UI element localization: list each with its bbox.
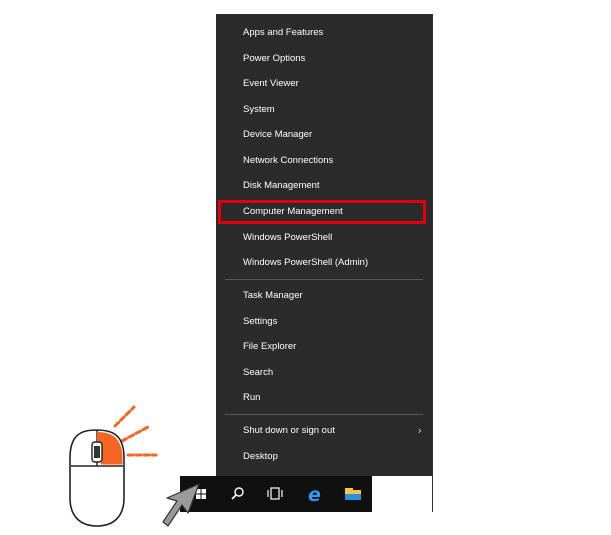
file-explorer-icon[interactable] — [342, 476, 364, 512]
winx-context-menu: Apps and Features Power Options Event Vi… — [216, 14, 432, 476]
taskbar: e — [180, 476, 372, 512]
menu-item-label: Power Options — [243, 53, 306, 64]
menu-item-label: Desktop — [243, 451, 278, 462]
menu-item-label: Run — [243, 392, 261, 403]
menu-item-desktop[interactable]: Desktop — [216, 444, 432, 469]
menu-item-label: Task Manager — [243, 290, 303, 301]
task-view-icon[interactable] — [264, 476, 286, 512]
menu-item-label: File Explorer — [243, 341, 297, 352]
menu-item-label: Settings — [243, 316, 278, 327]
menu-item-label: Search — [243, 367, 274, 378]
menu-item-network-connections[interactable]: Network Connections — [216, 148, 432, 173]
menu-item-apps-and-features[interactable]: Apps and Features — [216, 20, 432, 45]
mouse-icon — [69, 405, 158, 527]
menu-item-run[interactable]: Run — [216, 385, 432, 410]
menu-item-label: Event Viewer — [243, 78, 299, 89]
menu-item-label: Apps and Features — [243, 27, 324, 38]
menu-item-label: Network Connections — [243, 155, 334, 166]
highlight-box — [218, 200, 426, 224]
menu-item-device-manager[interactable]: Device Manager — [216, 122, 432, 147]
menu-item-label: Windows PowerShell (Admin) — [243, 257, 369, 268]
menu-item-system[interactable]: System — [216, 97, 432, 122]
menu-item-shut-down-or-sign-out[interactable]: Shut down or sign out › — [216, 418, 432, 443]
menu-item-windows-powershell-admin[interactable]: Windows PowerShell (Admin) — [216, 250, 432, 275]
menu-item-task-manager[interactable]: Task Manager — [216, 283, 432, 308]
menu-item-search[interactable]: Search — [216, 360, 432, 385]
menu-separator — [225, 414, 423, 415]
search-icon[interactable] — [228, 476, 248, 512]
menu-separator — [225, 279, 423, 280]
menu-item-disk-management[interactable]: Disk Management — [216, 173, 432, 198]
chevron-right-icon: › — [417, 424, 422, 437]
menu-item-power-options[interactable]: Power Options — [216, 46, 432, 71]
svg-text:e: e — [308, 484, 321, 506]
menu-item-label: Windows PowerShell — [243, 232, 333, 243]
menu-item-windows-powershell[interactable]: Windows PowerShell — [216, 225, 432, 250]
menu-item-settings[interactable]: Settings — [216, 309, 432, 334]
menu-item-event-viewer[interactable]: Event Viewer — [216, 71, 432, 96]
menu-item-label: System — [243, 104, 275, 115]
arrow-cursor-icon — [162, 483, 200, 527]
menu-edge-line — [432, 14, 433, 512]
menu-item-label: Disk Management — [243, 180, 320, 191]
edge-icon[interactable]: e — [305, 476, 327, 512]
menu-item-label: Shut down or sign out — [243, 425, 335, 436]
menu-item-file-explorer[interactable]: File Explorer — [216, 334, 432, 359]
menu-item-label: Device Manager — [243, 129, 313, 140]
